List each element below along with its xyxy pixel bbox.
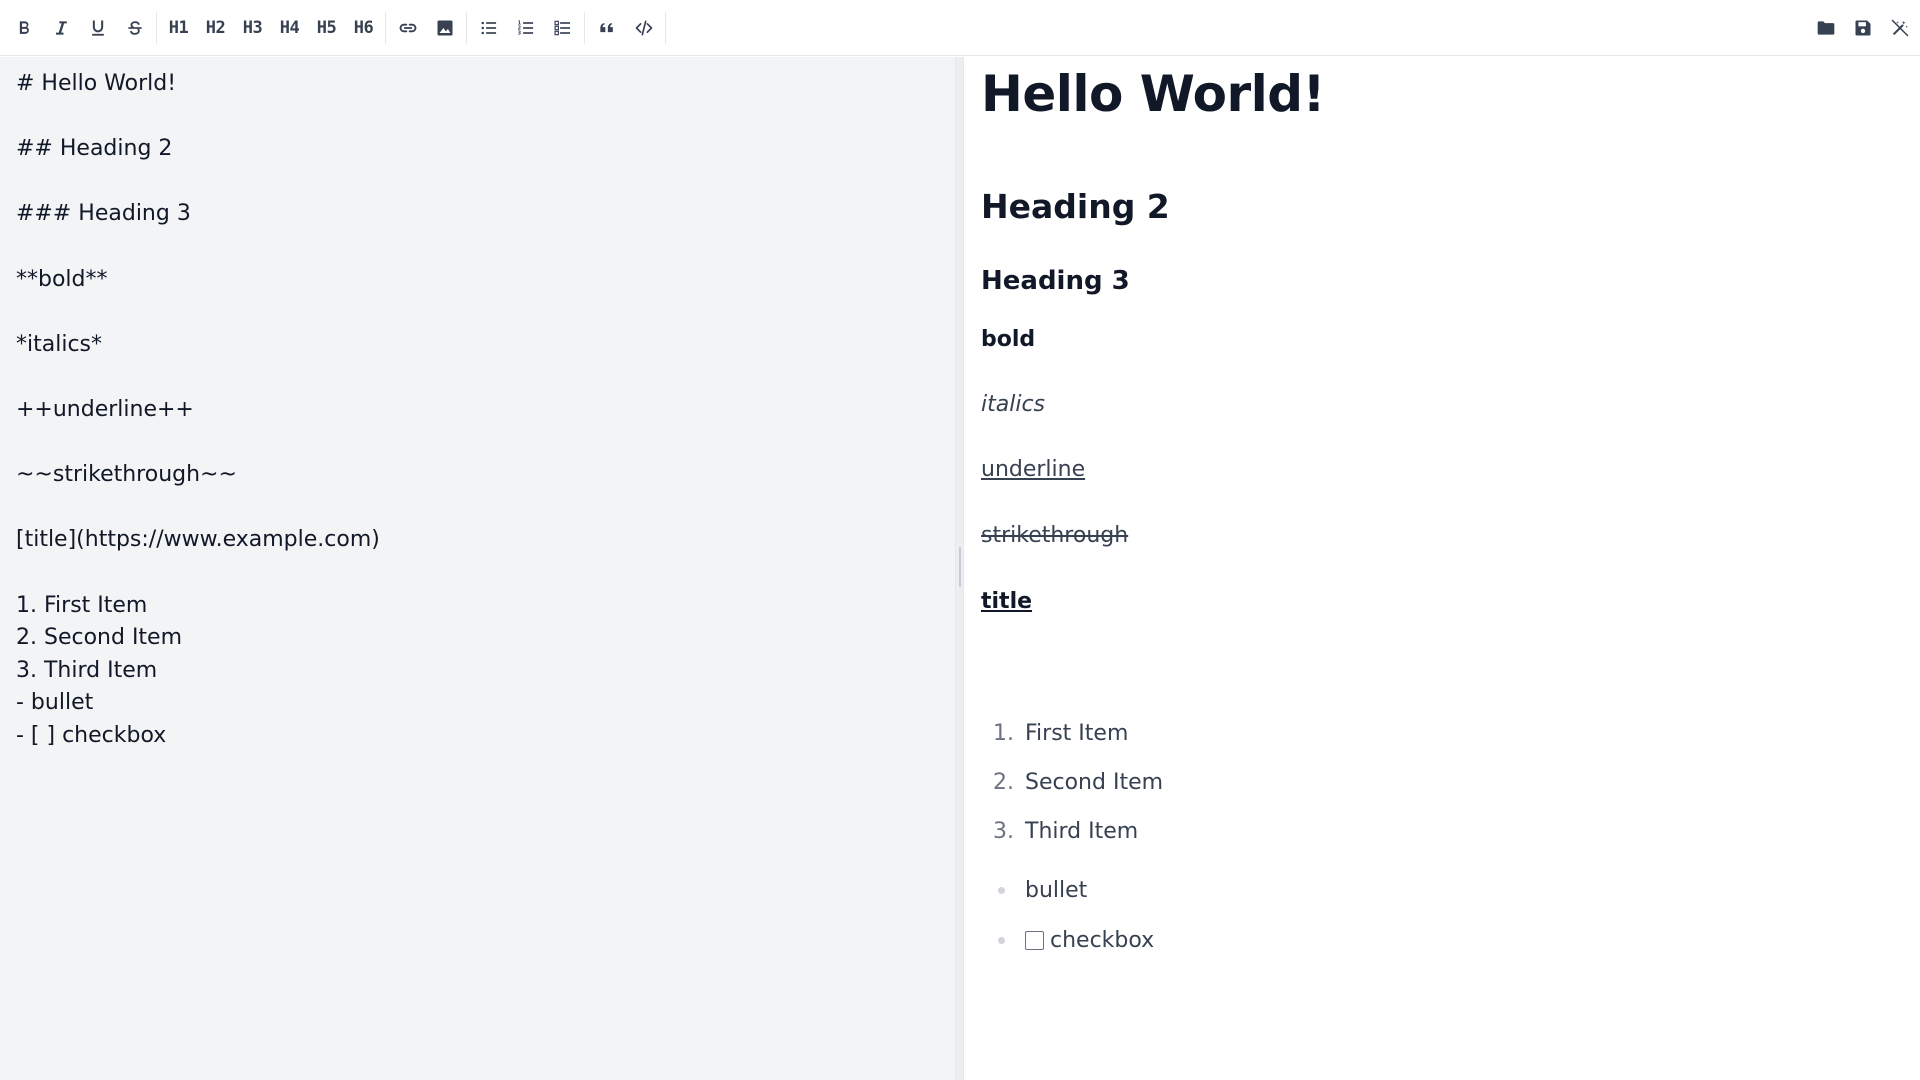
code-icon bbox=[635, 20, 652, 36]
underline-button[interactable] bbox=[79, 8, 116, 48]
toolbar-separator bbox=[466, 11, 467, 44]
save-button[interactable] bbox=[1844, 8, 1881, 48]
code-button[interactable] bbox=[625, 8, 662, 48]
link-button[interactable] bbox=[389, 8, 426, 48]
preview-strikethrough-text: strikethrough bbox=[981, 523, 1129, 548]
strikethrough-button[interactable] bbox=[116, 8, 153, 48]
h2-button[interactable]: H2 bbox=[197, 8, 234, 48]
quote-button[interactable] bbox=[588, 8, 625, 48]
list-item: 1. First Item bbox=[981, 709, 1163, 758]
preview-italic-text: italics bbox=[981, 392, 1046, 417]
italic-button[interactable] bbox=[42, 8, 79, 48]
list-number: 2. bbox=[993, 770, 1014, 795]
resize-handle[interactable] bbox=[959, 547, 961, 587]
list-number: 1. bbox=[993, 721, 1014, 746]
link-icon bbox=[399, 23, 416, 32]
list-number: 3. bbox=[993, 819, 1014, 844]
bold-button[interactable] bbox=[5, 8, 42, 48]
task-checkbox[interactable] bbox=[1025, 930, 1044, 950]
preview-bold-text: bold bbox=[981, 327, 1036, 352]
italic-icon bbox=[55, 20, 67, 35]
magic-wand-off-icon bbox=[1891, 19, 1908, 36]
editor-line: 2. Second Item bbox=[16, 625, 183, 651]
block-group bbox=[588, 0, 662, 55]
list-item: 2. Second Item bbox=[981, 758, 1163, 807]
toolbar-separator bbox=[665, 11, 666, 44]
preview-heading-1: Hello World! bbox=[981, 65, 1325, 123]
editor-line: ++underline++ bbox=[16, 396, 194, 422]
numbered-list-button[interactable]: 123 bbox=[507, 8, 544, 48]
h5-button[interactable]: H5 bbox=[308, 8, 345, 48]
editor-toolbar: H1 H2 H3 H4 H5 H6 123 bbox=[0, 0, 1920, 56]
format-group bbox=[0, 0, 153, 55]
markdown-preview: Hello World! Heading 2 Heading 3 bold it… bbox=[964, 57, 1920, 1080]
preview-link[interactable]: title bbox=[981, 589, 1032, 614]
quote-icon bbox=[599, 22, 613, 32]
toolbar-separator bbox=[385, 11, 386, 44]
editor-line: ### Heading 3 bbox=[16, 201, 191, 227]
checkbox-label: checkbox bbox=[1050, 927, 1155, 953]
list-item-text: Third Item bbox=[1025, 819, 1139, 844]
insert-group bbox=[389, 0, 463, 55]
h1-button[interactable]: H1 bbox=[160, 8, 197, 48]
heading-group: H1 H2 H3 H4 H5 H6 bbox=[160, 0, 382, 55]
list-item: bullet bbox=[981, 865, 1154, 915]
h6-button[interactable]: H6 bbox=[345, 8, 382, 48]
preview-bullet-list: bullet checkbox bbox=[981, 865, 1154, 965]
markdown-editor[interactable]: # Hello World! ## Heading 2 ### Heading … bbox=[0, 57, 955, 1080]
file-actions bbox=[1807, 8, 1920, 48]
h3-button[interactable]: H3 bbox=[234, 8, 271, 48]
bullet-icon bbox=[998, 886, 1005, 894]
bullet-icon bbox=[998, 936, 1005, 944]
editor-line: - [ ] checkbox bbox=[16, 722, 167, 748]
preview-heading-3: Heading 3 bbox=[981, 266, 1130, 296]
list-item-text: Second Item bbox=[1025, 770, 1164, 795]
editor-line: [title](https://www.example.com) bbox=[16, 527, 380, 553]
editor-line: **bold** bbox=[16, 266, 108, 292]
editor-line: ## Heading 2 bbox=[16, 136, 173, 162]
preview-heading-2: Heading 2 bbox=[981, 187, 1170, 226]
list-item: 3. Third Item bbox=[981, 807, 1163, 856]
strikethrough-icon bbox=[127, 20, 142, 35]
bullet-list-button[interactable] bbox=[470, 8, 507, 48]
editor-line: 1. First Item bbox=[16, 592, 148, 618]
list-group: 123 bbox=[470, 0, 581, 55]
bullet-list-icon bbox=[481, 21, 496, 34]
editor-line: ~~strikethrough~~ bbox=[16, 462, 237, 488]
underline-icon bbox=[91, 20, 104, 36]
folder-open-icon bbox=[1817, 20, 1834, 35]
editor-line: 3. Third Item bbox=[16, 657, 158, 683]
numbered-list-icon: 123 bbox=[517, 20, 533, 36]
save-icon bbox=[1855, 20, 1870, 35]
checklist-button[interactable] bbox=[544, 8, 581, 48]
bold-icon bbox=[19, 20, 29, 34]
svg-text:3: 3 bbox=[517, 30, 521, 36]
toolbar-separator bbox=[584, 11, 585, 44]
editor-line: # Hello World! bbox=[16, 71, 177, 96]
toggle-preview-button[interactable] bbox=[1881, 8, 1918, 48]
preview-underline-text: underline bbox=[981, 457, 1086, 482]
toolbar-separator bbox=[156, 11, 157, 44]
editor-line: *italics* bbox=[16, 331, 103, 357]
list-item-text: First Item bbox=[1025, 721, 1129, 746]
image-icon bbox=[437, 20, 452, 35]
editor-line: - bullet bbox=[16, 690, 94, 716]
list-item: checkbox bbox=[981, 915, 1154, 965]
list-item-text: bullet bbox=[1025, 877, 1088, 903]
image-button[interactable] bbox=[426, 8, 463, 48]
pane-resizer[interactable] bbox=[955, 57, 964, 1080]
open-file-button[interactable] bbox=[1807, 8, 1844, 48]
checklist-icon bbox=[554, 20, 570, 35]
h4-button[interactable]: H4 bbox=[271, 8, 308, 48]
preview-ordered-list: 1. First Item 2. Second Item 3. Third It… bbox=[981, 709, 1163, 856]
